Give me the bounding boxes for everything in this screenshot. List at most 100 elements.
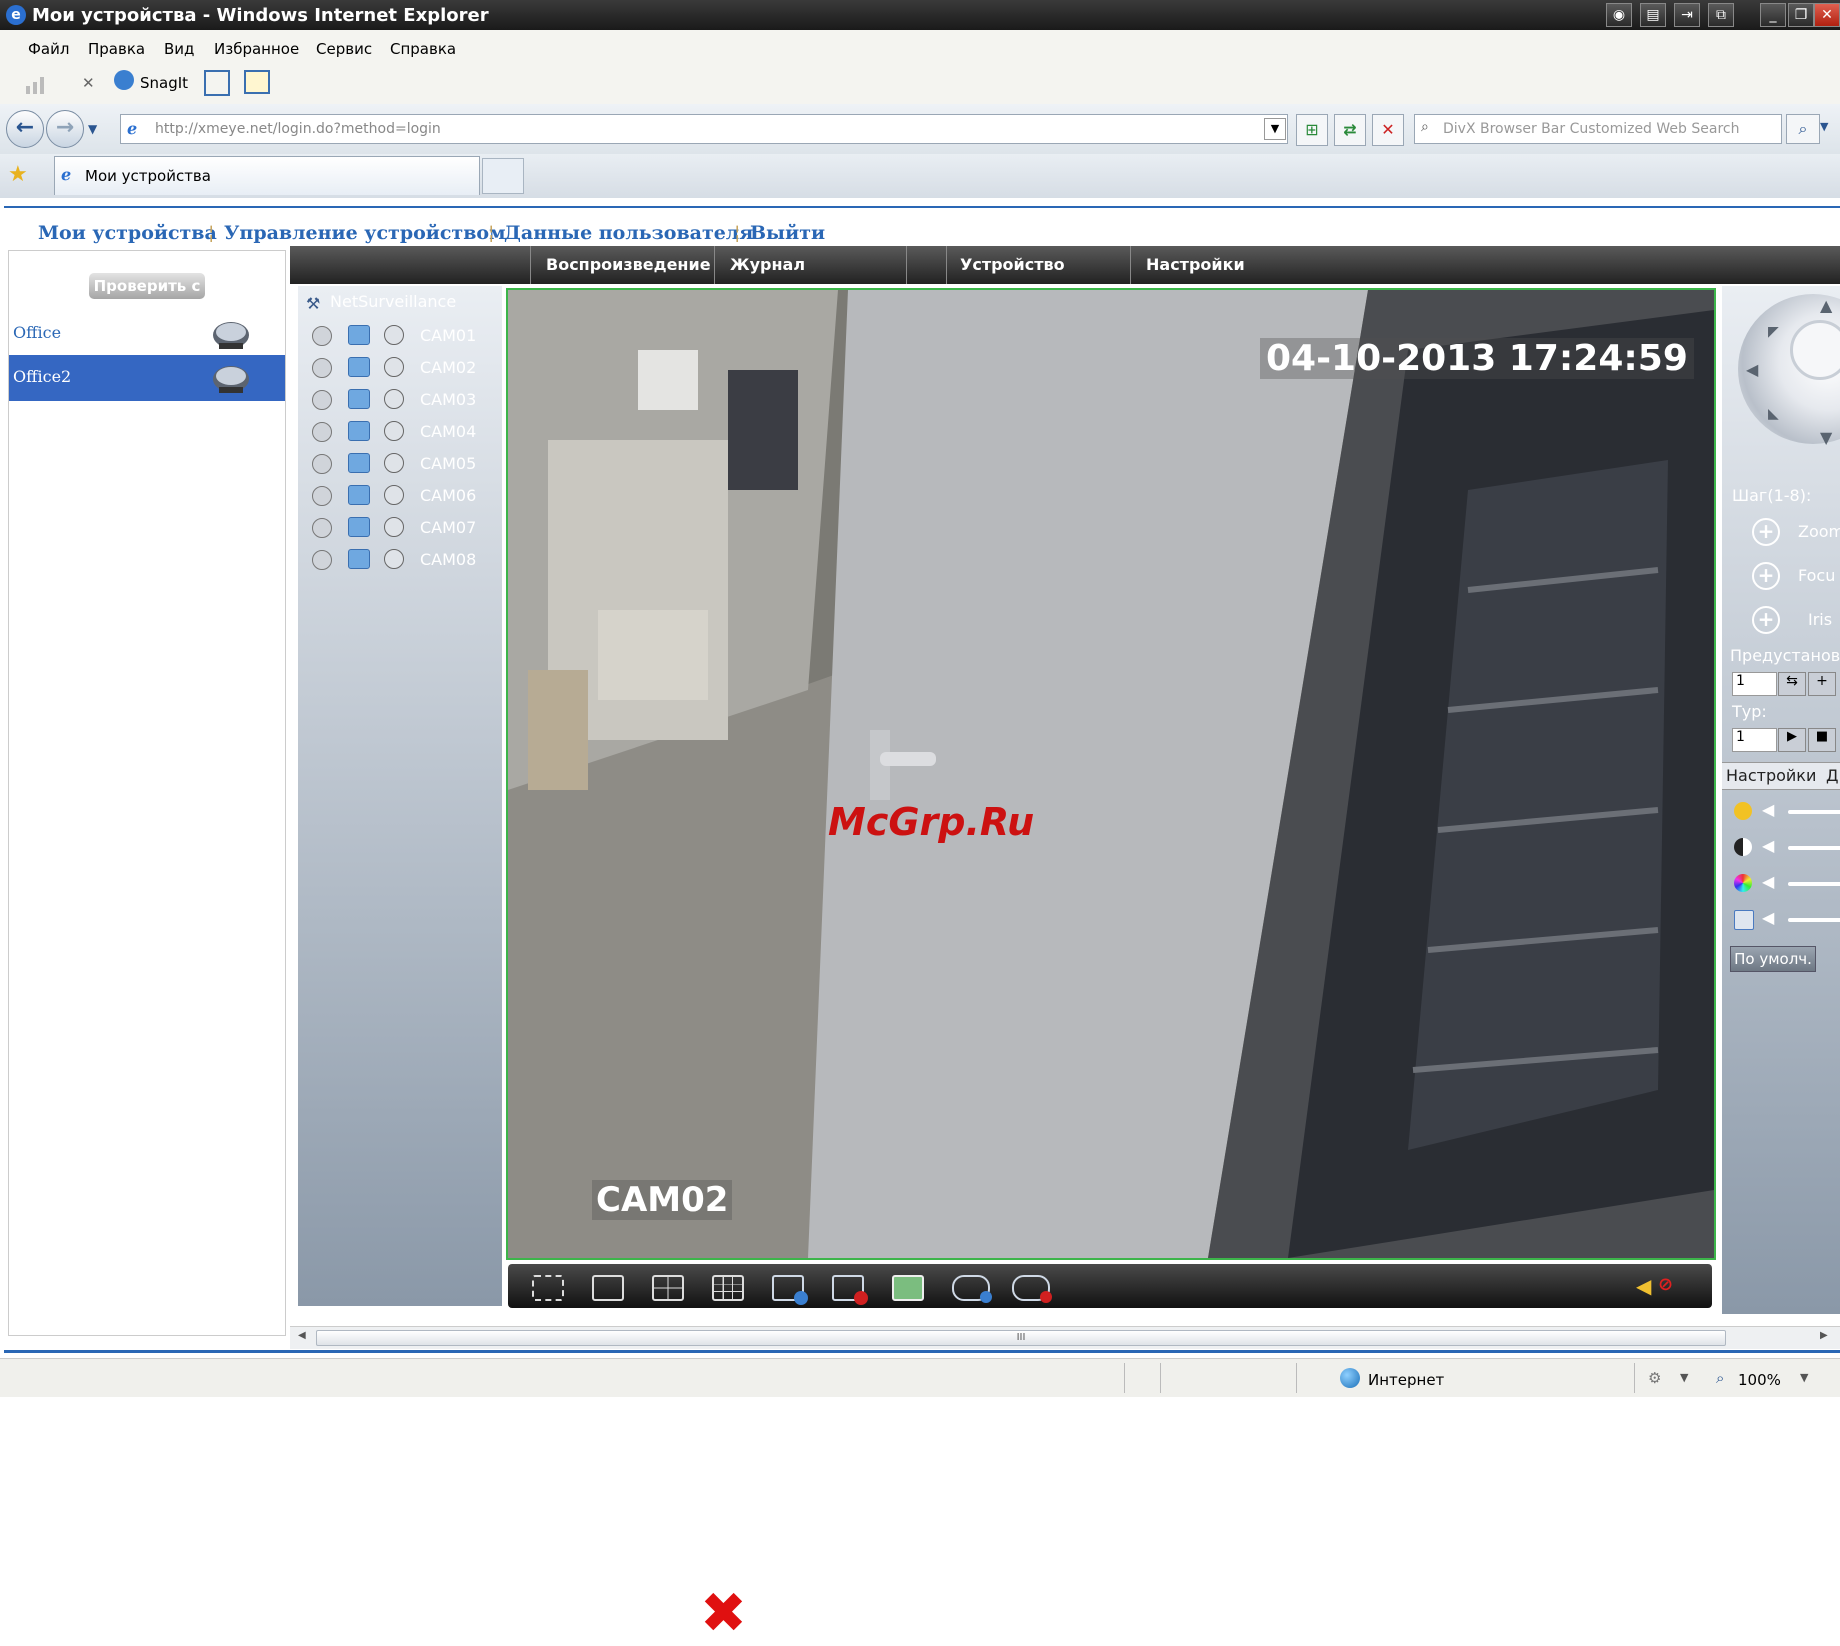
camera-row[interactable]: CAM08 — [306, 546, 496, 574]
stop-all-icon[interactable] — [832, 1275, 868, 1305]
zoom-plus-icon[interactable]: + — [1752, 518, 1780, 546]
link-my-devices[interactable]: Мои устройства — [38, 222, 217, 244]
link-user-data[interactable]: Данные пользователя — [504, 222, 753, 244]
preset-add-icon[interactable]: + — [1808, 672, 1836, 696]
quad-view-icon[interactable] — [652, 1275, 684, 1301]
menu-file[interactable]: Файл — [28, 40, 69, 58]
menu-edit[interactable]: Правка — [88, 40, 145, 58]
playback-icon[interactable] — [384, 389, 404, 409]
playback-icon[interactable] — [384, 517, 404, 537]
play-stream-icon[interactable] — [348, 421, 370, 441]
toolbar-extra-icon[interactable]: ⇥ — [1674, 3, 1700, 27]
mute-icon[interactable]: ⊘ — [1658, 1274, 1673, 1295]
snapshot-icon[interactable] — [892, 1275, 924, 1301]
nine-view-icon[interactable] — [712, 1275, 744, 1301]
device-item-office2[interactable]: Office2 — [9, 355, 285, 401]
tour-stop-icon[interactable]: ■ — [1808, 728, 1836, 752]
horizontal-scrollbar[interactable]: ◀ III ▶ — [290, 1326, 1840, 1349]
camera-row[interactable]: CAM02 — [306, 354, 496, 382]
record-toggle-icon[interactable] — [312, 518, 332, 538]
address-bar[interactable]: ℯ http://xmeye.net/login.do?method=login — [120, 114, 1288, 144]
play-stream-icon[interactable] — [348, 453, 370, 473]
device-item-office[interactable]: Office — [9, 311, 285, 357]
link-device-management[interactable]: Управление устройством — [224, 222, 506, 244]
record-toggle-icon[interactable] — [312, 390, 332, 410]
ptz-left-icon[interactable]: ◀ — [1746, 360, 1758, 379]
favorites-star-icon[interactable]: ★ — [8, 162, 28, 187]
capture-window-icon[interactable] — [204, 70, 230, 96]
ptz-up-icon[interactable]: ▲ — [1820, 296, 1832, 315]
video-feed[interactable]: 04-10-2013 17:24:59 CAM02 McGrp.Ru — [506, 288, 1716, 1260]
hue-slider[interactable] — [1788, 918, 1840, 922]
hue-decrease-icon[interactable]: ◀ — [1762, 908, 1774, 927]
refresh-icon[interactable]: ⇄ — [1334, 114, 1366, 146]
camera-row[interactable]: CAM07 — [306, 514, 496, 542]
tab-device[interactable]: Устройство — [960, 255, 1065, 274]
focus-plus-icon[interactable]: + — [1752, 562, 1780, 590]
play-stream-icon[interactable] — [348, 549, 370, 569]
tree-root[interactable]: NetSurveillance — [330, 292, 456, 311]
toolbar-extra-icon[interactable]: ◉ — [1606, 3, 1632, 27]
menu-tools[interactable]: Сервис — [316, 40, 372, 58]
protected-mode-dropdown-icon[interactable]: ▼ — [1680, 1371, 1688, 1384]
play-stream-icon[interactable] — [348, 325, 370, 345]
saturation-slider[interactable] — [1788, 882, 1840, 886]
camera-row[interactable]: CAM06 — [306, 482, 496, 510]
fullscreen-icon[interactable] — [532, 1275, 564, 1301]
history-dropdown-icon[interactable]: ▼ — [88, 122, 97, 136]
tab-my-devices[interactable]: ℯ Мои устройства — [54, 156, 480, 195]
default-button[interactable]: По умолч. — [1730, 946, 1816, 972]
tour-input[interactable]: 1 — [1732, 728, 1777, 752]
address-dropdown-icon[interactable]: ▼ — [1264, 118, 1286, 140]
back-button[interactable]: ← — [6, 110, 44, 148]
scroll-left-icon[interactable]: ◀ — [298, 1330, 306, 1341]
speaker-icon[interactable]: ◀ — [1636, 1274, 1651, 1298]
forward-button[interactable]: → — [46, 110, 84, 148]
toolbar-extra-icon[interactable]: ▤ — [1640, 3, 1666, 27]
ptz-joystick[interactable]: ▲ ▼ ◀ ◤ ◣ — [1738, 294, 1840, 447]
playback-icon[interactable] — [384, 421, 404, 441]
scroll-right-icon[interactable]: ▶ — [1820, 1330, 1828, 1341]
playback-icon[interactable] — [384, 549, 404, 569]
record-toggle-icon[interactable] — [312, 326, 332, 346]
play-stream-icon[interactable] — [348, 485, 370, 505]
preset-go-icon[interactable]: ⇆ — [1778, 672, 1806, 696]
contrast-decrease-icon[interactable]: ◀ — [1762, 836, 1774, 855]
menu-favorites[interactable]: Избранное — [214, 40, 299, 58]
record-toggle-icon[interactable] — [312, 422, 332, 442]
zoom-dropdown-icon[interactable]: ▼ — [1800, 1371, 1808, 1384]
new-tab-button[interactable] — [482, 158, 524, 194]
tab-log[interactable]: Журнал — [730, 255, 805, 274]
zoom-level[interactable]: 100% — [1738, 1371, 1781, 1389]
playback-icon[interactable] — [384, 325, 404, 345]
minimize-button[interactable]: _ — [1760, 3, 1786, 27]
ptz-upleft-icon[interactable]: ◤ — [1768, 324, 1779, 340]
capture-edit-icon[interactable] — [244, 70, 270, 94]
tab-settings[interactable]: Настройки — [1146, 255, 1245, 274]
close-button[interactable]: ✕ — [1814, 3, 1840, 27]
brightness-decrease-icon[interactable]: ◀ — [1762, 800, 1774, 819]
protected-mode-icon[interactable]: ⚙ — [1648, 1369, 1661, 1387]
ptz-down-icon[interactable]: ▼ — [1820, 428, 1832, 447]
playback-icon[interactable] — [384, 453, 404, 473]
toolbar-extra-icon[interactable]: ⧉ — [1708, 3, 1734, 27]
play-stream-icon[interactable] — [348, 389, 370, 409]
close-x-icon[interactable]: ✕ — [82, 74, 95, 92]
playback-icon[interactable] — [384, 357, 404, 377]
record-stop-icon[interactable] — [1012, 1275, 1052, 1303]
play-stream-icon[interactable] — [348, 357, 370, 377]
maximize-button[interactable]: ❐ — [1788, 3, 1814, 27]
tab-second[interactable]: Д — [1826, 766, 1839, 785]
search-options-icon[interactable]: ▼ — [1820, 120, 1828, 133]
record-toggle-icon[interactable] — [312, 486, 332, 506]
tab-image-settings[interactable]: Настройки — [1726, 766, 1816, 785]
url-text[interactable]: http://xmeye.net/login.do?method=login — [155, 121, 441, 137]
preset-input[interactable]: 1 — [1732, 672, 1777, 696]
record-toggle-icon[interactable] — [312, 454, 332, 474]
compat-view-icon[interactable]: ⊞ — [1296, 114, 1328, 146]
contrast-slider[interactable] — [1788, 846, 1840, 850]
playback-icon[interactable] — [384, 485, 404, 505]
check-button[interactable]: Проверить с — [89, 273, 205, 299]
tour-play-icon[interactable]: ▶ — [1778, 728, 1806, 752]
search-input[interactable]: ⌕ DivX Browser Bar Customized Web Search — [1414, 114, 1782, 144]
